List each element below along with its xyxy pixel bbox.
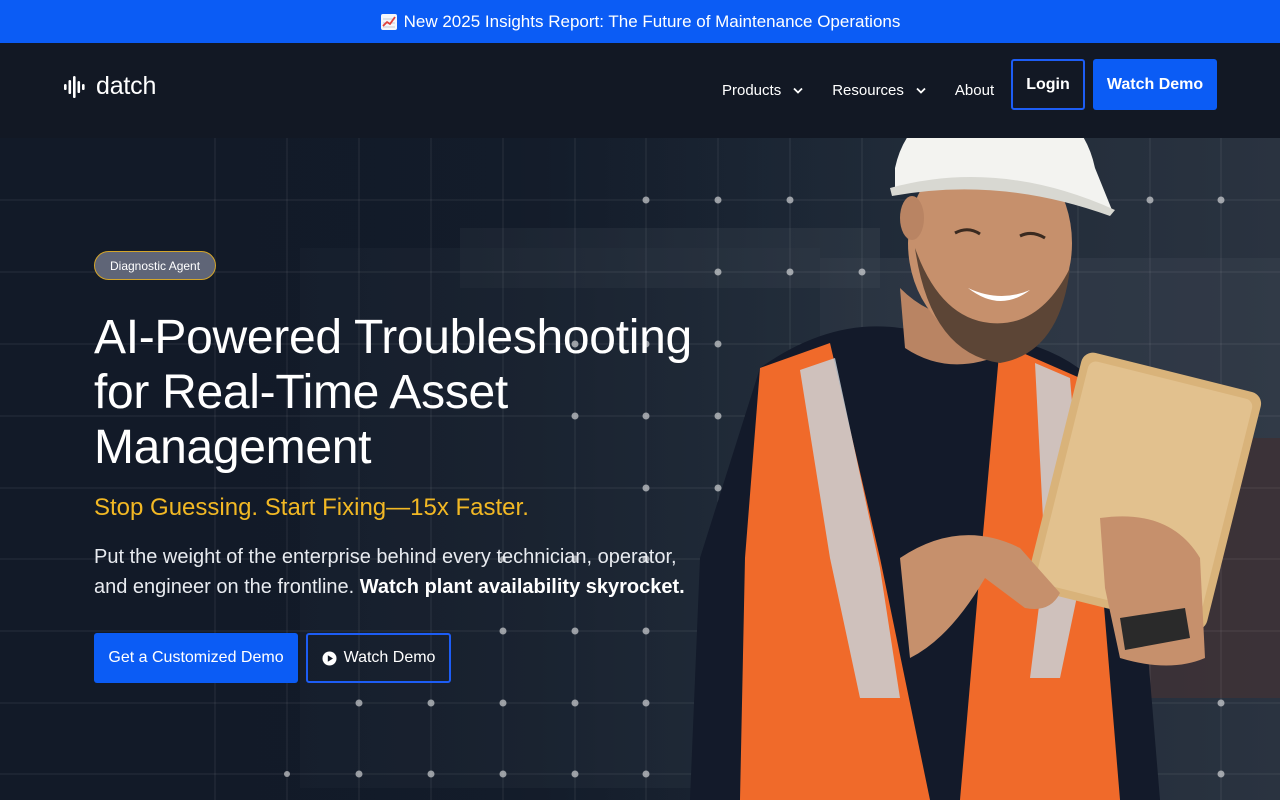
- diagnostic-agent-badge: Diagnostic Agent: [94, 251, 217, 280]
- nav-resources[interactable]: Resources: [832, 82, 926, 99]
- chart-increasing-icon: [380, 13, 397, 30]
- nav-products[interactable]: Products: [722, 82, 803, 99]
- watch-demo-label: Watch Demo: [343, 649, 436, 666]
- nav-products-label: Products: [722, 82, 782, 99]
- nav-about[interactable]: About: [955, 82, 994, 99]
- chevron-down-icon: [916, 87, 926, 94]
- nav-resources-label: Resources: [832, 82, 904, 99]
- watch-demo-nav-button[interactable]: Watch Demo: [1093, 59, 1217, 110]
- main-nav: Products Resources About: [722, 43, 994, 138]
- get-customized-demo-button[interactable]: Get a Customized Demo: [94, 633, 298, 683]
- logo-wordmark: datch: [96, 72, 157, 100]
- hero-headline: AI-Powered Troubleshooting for Real-Time…: [94, 311, 692, 474]
- chevron-down-icon: [793, 87, 803, 94]
- login-button[interactable]: Login: [1011, 59, 1085, 110]
- site-header: datch Products Resources About Login Wat…: [0, 43, 1280, 138]
- announcement-text[interactable]: New 2025 Insights Report: The Future of …: [404, 12, 901, 32]
- soundwave-logo-icon: [64, 75, 85, 98]
- announcement-link[interactable]: New 2025 Insights Report: The Future of …: [380, 12, 901, 32]
- nav-about-label: About: [954, 82, 995, 99]
- hero-body-bold: Watch plant availability skyrocket.: [359, 576, 685, 598]
- hero-subheadline: Stop Guessing. Start Fixing—15x Faster.: [94, 494, 529, 521]
- announcement-bar: New 2025 Insights Report: The Future of …: [0, 0, 1280, 43]
- watch-demo-button[interactable]: Watch Demo: [306, 633, 451, 683]
- hero-section: Diagnostic Agent AI-Powered Troubleshoot…: [0, 138, 1280, 800]
- play-circle-icon: [322, 651, 337, 665]
- datch-logo[interactable]: datch: [63, 72, 156, 101]
- hero-body-text: Put the weight of the enterprise behind …: [94, 542, 704, 602]
